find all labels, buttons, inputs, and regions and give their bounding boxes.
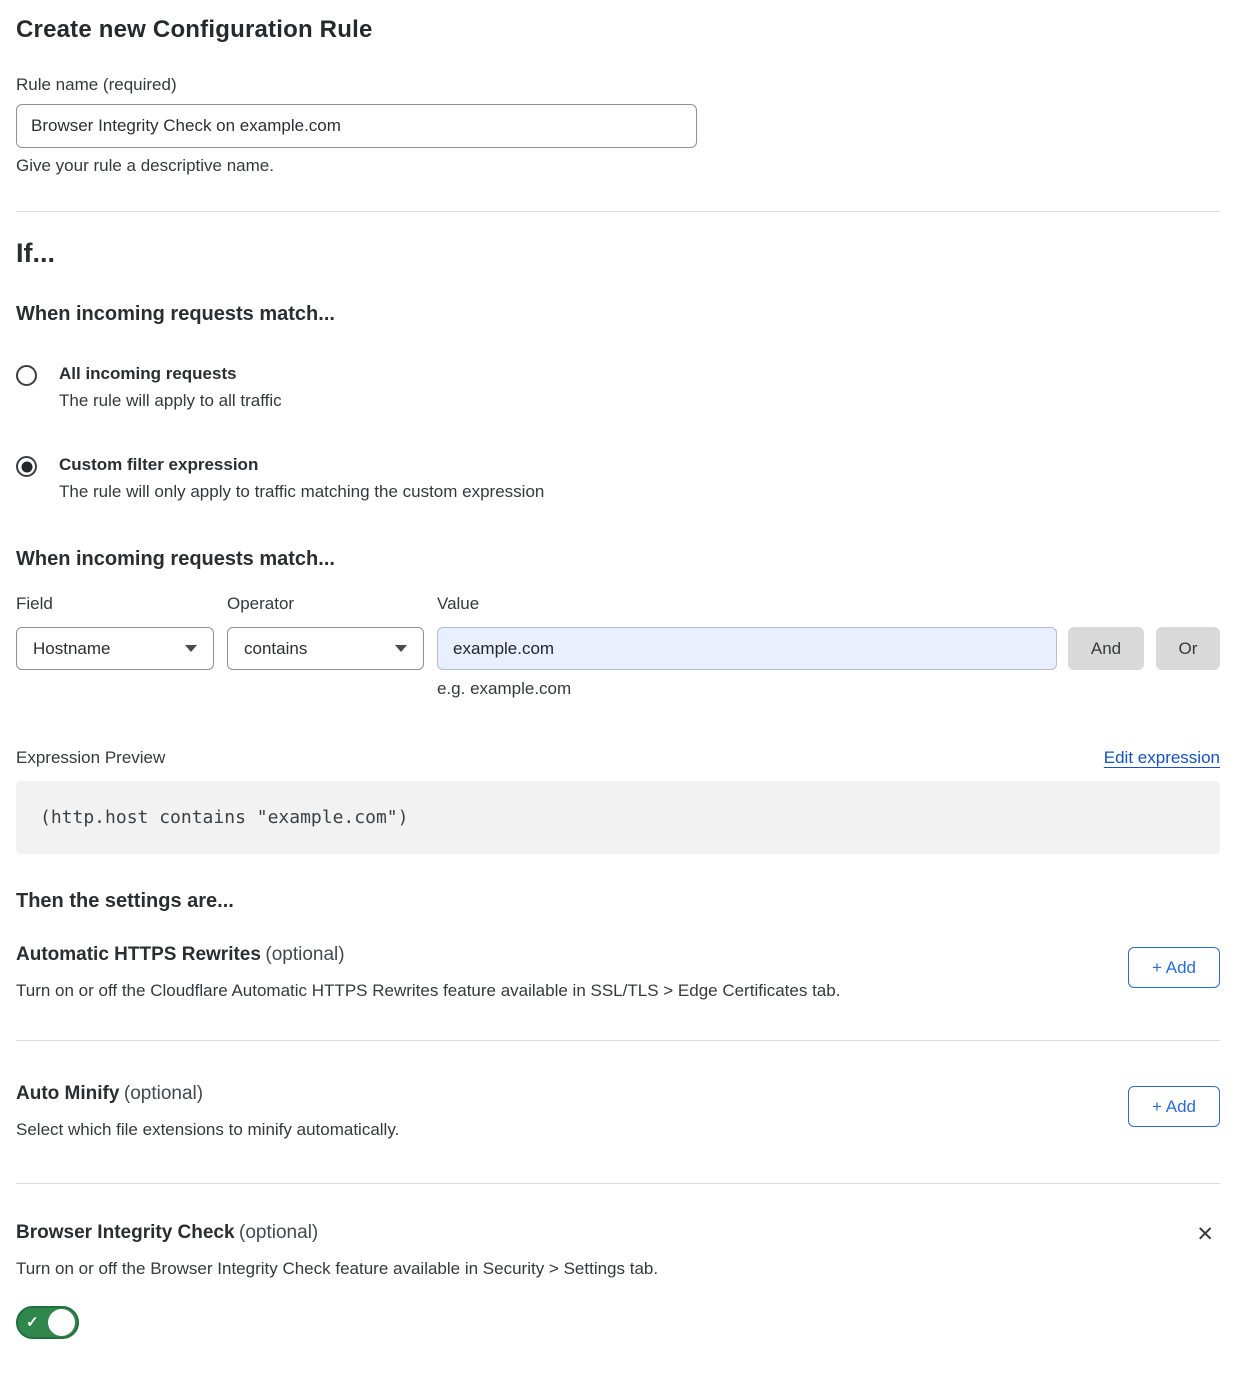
setting-title: Automatic HTTPS Rewrites	[16, 944, 261, 965]
close-icon[interactable]: ✕	[1196, 1224, 1214, 1245]
expression-preview-code: (http.host contains "example.com")	[16, 781, 1220, 854]
rule-name-label: Rule name (required)	[16, 75, 1220, 95]
add-https-rewrites-button[interactable]: + Add	[1128, 947, 1220, 988]
radio-description: The rule will only apply to traffic matc…	[59, 482, 544, 502]
section-divider	[16, 1183, 1220, 1184]
setting-description: Select which file extensions to minify a…	[16, 1120, 399, 1140]
setting-section-https-rewrites: Automatic HTTPS Rewrites (optional) Turn…	[16, 944, 1220, 1001]
match-heading: When incoming requests match...	[16, 303, 1220, 326]
field-label: Field	[16, 594, 214, 614]
setting-description: Turn on or off the Browser Integrity Che…	[16, 1259, 658, 1279]
radio-label: Custom filter expression	[59, 455, 544, 475]
page-title: Create new Configuration Rule	[16, 16, 1220, 44]
chevron-down-icon	[185, 645, 197, 652]
or-button[interactable]: Or	[1156, 627, 1220, 670]
section-divider	[16, 211, 1220, 212]
setting-title: Auto Minify	[16, 1083, 119, 1104]
setting-optional-tag: (optional)	[239, 1222, 318, 1243]
radio-option-all-requests[interactable]: All incoming requests The rule will appl…	[16, 364, 1220, 411]
section-divider	[16, 1040, 1220, 1041]
setting-optional-tag: (optional)	[265, 944, 344, 965]
operator-label: Operator	[227, 594, 424, 614]
if-heading: If...	[16, 238, 1220, 269]
expression-builder-labels: Field Operator Value	[16, 594, 1220, 614]
browser-integrity-check-toggle[interactable]: ✓	[16, 1306, 79, 1339]
setting-section-browser-integrity-check: Browser Integrity Check (optional) Turn …	[16, 1222, 1220, 1344]
edit-expression-link[interactable]: Edit expression	[1104, 748, 1220, 768]
expression-builder-row: Hostname contains And Or	[16, 627, 1220, 670]
checkmark-icon: ✓	[26, 1313, 39, 1331]
chevron-down-icon	[395, 645, 407, 652]
field-select[interactable]: Hostname	[16, 627, 214, 670]
settings-heading: Then the settings are...	[16, 890, 1220, 913]
setting-title: Browser Integrity Check	[16, 1222, 235, 1243]
value-input[interactable]	[437, 627, 1057, 670]
match-type-radio-group: All incoming requests The rule will appl…	[16, 364, 1220, 502]
expression-builder-heading: When incoming requests match...	[16, 548, 1220, 571]
operator-select[interactable]: contains	[227, 627, 424, 670]
expression-preview-header: Expression Preview Edit expression	[16, 748, 1220, 768]
radio-label: All incoming requests	[59, 364, 282, 384]
setting-description: Turn on or off the Cloudflare Automatic …	[16, 981, 840, 1001]
value-label: Value	[437, 594, 1057, 614]
setting-section-auto-minify: Auto Minify (optional) Select which file…	[16, 1083, 1220, 1140]
and-button[interactable]: And	[1068, 627, 1144, 670]
add-auto-minify-button[interactable]: + Add	[1128, 1086, 1220, 1127]
radio-button[interactable]	[16, 456, 37, 477]
rule-name-input[interactable]	[16, 104, 697, 148]
field-select-value: Hostname	[33, 639, 110, 659]
value-helper: e.g. example.com	[437, 679, 1220, 699]
rule-name-helper: Give your rule a descriptive name.	[16, 156, 1220, 176]
setting-optional-tag: (optional)	[124, 1083, 203, 1104]
expression-code-text: (http.host contains "example.com")	[40, 807, 408, 828]
radio-description: The rule will apply to all traffic	[59, 391, 282, 411]
toggle-knob	[48, 1309, 75, 1336]
radio-button[interactable]	[16, 365, 37, 386]
radio-option-custom-filter[interactable]: Custom filter expression The rule will o…	[16, 455, 1220, 502]
operator-select-value: contains	[244, 639, 307, 659]
expression-preview-label: Expression Preview	[16, 748, 165, 768]
